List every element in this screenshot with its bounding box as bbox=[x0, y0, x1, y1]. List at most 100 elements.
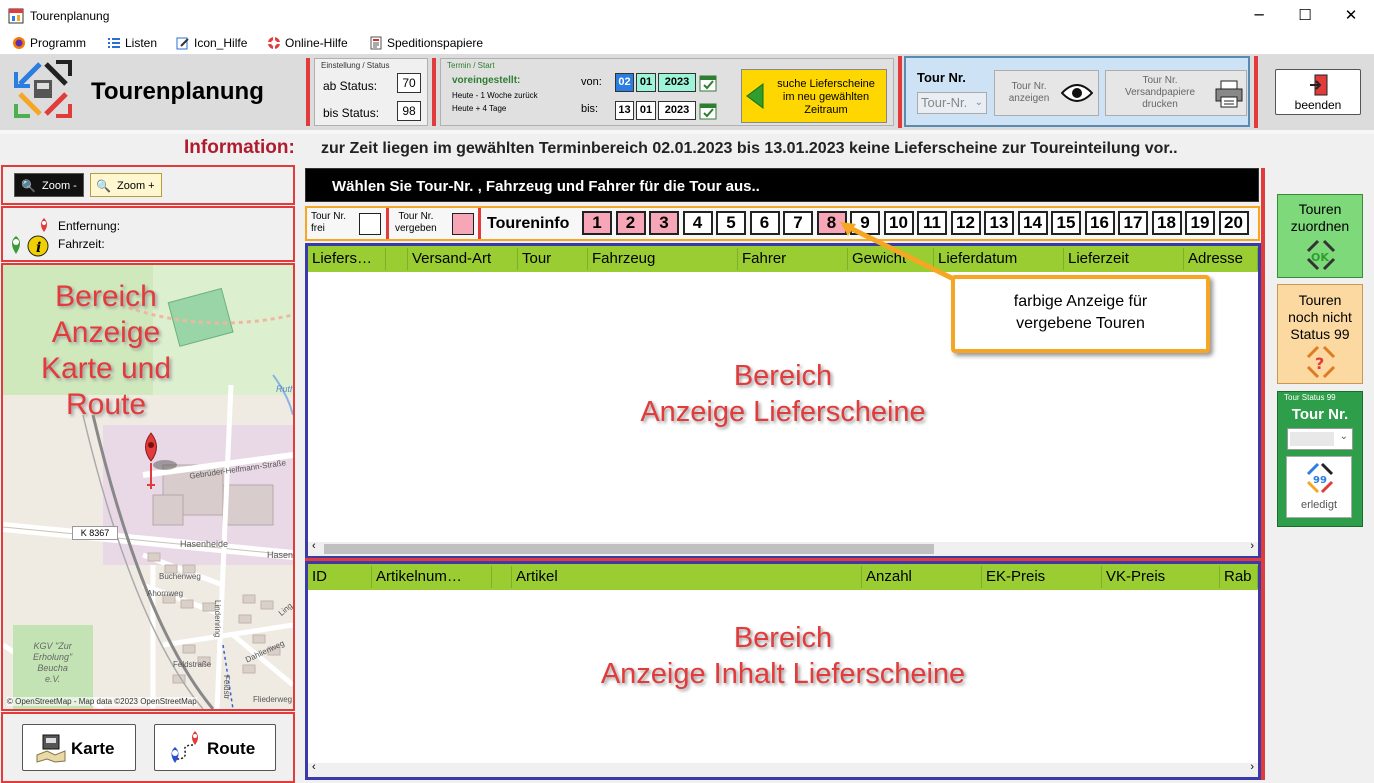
tour-number-button[interactable]: 3 bbox=[649, 211, 679, 235]
arrow-left-icon bbox=[746, 83, 764, 109]
tour-number-button[interactable]: 19 bbox=[1185, 211, 1215, 235]
tour-number-button[interactable]: 2 bbox=[615, 211, 646, 235]
svg-text:i: i bbox=[36, 240, 41, 256]
tour-number-button[interactable]: 13 bbox=[984, 211, 1014, 235]
menu-icon-hilfe-label: Icon_Hilfe bbox=[194, 36, 248, 50]
exit-label: beenden bbox=[1294, 98, 1342, 112]
maximize-button[interactable]: ☐ bbox=[1282, 0, 1328, 32]
list-icon bbox=[108, 38, 120, 48]
distance-label: Entfernung: bbox=[58, 219, 121, 233]
column-header[interactable]: Adresse bbox=[1184, 248, 1258, 270]
map-panel[interactable]: K 8367 Gebrüder-Helfmann-Straße Hasenhei… bbox=[1, 263, 295, 711]
status99-tour-label: Tour Nr. bbox=[1291, 406, 1349, 423]
assign-line1: Touren bbox=[1298, 201, 1342, 217]
show-tour-button[interactable]: Tour Nr. anzeigen bbox=[994, 70, 1099, 116]
column-header[interactable]: VK-Preis bbox=[1102, 566, 1220, 588]
horizontal-scrollbar[interactable]: ‹ › bbox=[308, 761, 1258, 777]
von-month-input[interactable]: 01 bbox=[636, 73, 656, 92]
menu-online-hilfe[interactable]: Online-Hilfe bbox=[267, 35, 348, 51]
legend-assigned-label: Tour Nr. vergeben bbox=[395, 211, 437, 234]
search-button-line3: Zeitraum bbox=[804, 104, 848, 116]
bis-day-input[interactable]: 13 bbox=[615, 101, 634, 120]
menu-icon-hilfe[interactable]: Icon_Hilfe bbox=[176, 35, 247, 51]
tour-number-button[interactable]: 17 bbox=[1118, 211, 1148, 235]
status99-done-button[interactable]: 99 erledigt bbox=[1286, 456, 1352, 518]
horizontal-scrollbar[interactable]: ‹ › bbox=[308, 540, 1258, 556]
column-header[interactable]: Artikel bbox=[512, 566, 862, 588]
close-button[interactable]: ✕ bbox=[1328, 0, 1374, 32]
assign-tours-button[interactable]: Touren zuordnen OK bbox=[1277, 194, 1363, 278]
column-header[interactable]: Versand-Art bbox=[408, 248, 518, 270]
von-year-input[interactable]: 2023 bbox=[658, 73, 696, 92]
column-header[interactable]: Lieferzeit bbox=[1064, 248, 1184, 270]
legend-free-swatch bbox=[359, 213, 381, 235]
column-header[interactable]: Fahrer bbox=[738, 248, 848, 270]
tour-number-button[interactable]: 7 bbox=[783, 211, 813, 235]
tours-not-status99-button[interactable]: Touren noch nicht Status 99 ? bbox=[1277, 284, 1363, 384]
status99-tour-select[interactable]: ⌄ bbox=[1287, 428, 1353, 450]
app-heading: Tourenplanung bbox=[91, 78, 264, 105]
menu-speditionspapiere[interactable]: Speditionspapiere bbox=[369, 35, 483, 51]
zoom-in-label: Zoom + bbox=[117, 180, 155, 192]
map-button[interactable]: Karte bbox=[22, 724, 136, 771]
calendar-check-icon[interactable] bbox=[699, 73, 718, 92]
tour-number-button[interactable]: 5 bbox=[716, 211, 746, 235]
tour-number-button[interactable]: 14 bbox=[1017, 211, 1048, 235]
scroll-left-icon[interactable]: ‹ bbox=[312, 540, 316, 552]
delivery-items-grid[interactable]: ID Artikelnum… Artikel Anzahl EK-Preis VK-Pre… bbox=[305, 561, 1261, 780]
tour-number-button[interactable]: 1 bbox=[582, 211, 612, 235]
column-header[interactable] bbox=[386, 248, 408, 270]
scrollbar-thumb[interactable] bbox=[324, 544, 934, 554]
column-header[interactable]: EK-Preis bbox=[982, 566, 1102, 588]
scroll-right-icon[interactable]: › bbox=[1250, 540, 1254, 552]
truck-map-icon bbox=[36, 734, 66, 763]
zoom-out-button[interactable]: 🔍 Zoom - bbox=[14, 173, 84, 197]
column-header[interactable]: ID bbox=[308, 566, 372, 588]
bis-status-input[interactable]: 98 bbox=[397, 101, 421, 121]
scroll-right-icon[interactable]: › bbox=[1250, 761, 1254, 773]
von-day-input[interactable]: 02 bbox=[615, 73, 634, 92]
minimize-button[interactable]: ─ bbox=[1236, 0, 1282, 32]
document-icon bbox=[370, 36, 382, 50]
lifebuoy-icon bbox=[268, 37, 280, 49]
scroll-left-icon[interactable]: ‹ bbox=[312, 761, 316, 773]
delivery-notes-area-overlay: Bereich Anzeige Lieferscheine bbox=[640, 360, 926, 428]
bis-status-label: bis Status: bbox=[323, 106, 380, 120]
status99-select-value bbox=[1290, 432, 1334, 446]
print-tour-papers-button[interactable]: Tour Nr. Versandpapiere drucken bbox=[1105, 70, 1247, 116]
tour-number-button[interactable]: 18 bbox=[1151, 211, 1182, 235]
tour-number-button[interactable]: 16 bbox=[1084, 211, 1115, 235]
calendar-check-icon[interactable] bbox=[699, 101, 718, 120]
tour-nr-select[interactable]: Tour-Nr. ⌄ bbox=[917, 92, 987, 114]
tour-number-button[interactable]: 6 bbox=[749, 211, 780, 235]
zoom-in-button[interactable]: 🔍 Zoom + bbox=[90, 173, 162, 197]
search-delivery-notes-button[interactable]: suche Lieferscheine im neu gewählten Zei… bbox=[741, 69, 887, 123]
column-header[interactable]: Rab bbox=[1220, 566, 1258, 588]
menu-listen[interactable]: Listen bbox=[107, 35, 157, 51]
bis-month-input[interactable]: 01 bbox=[636, 101, 656, 120]
column-header[interactable] bbox=[492, 566, 512, 588]
column-header[interactable]: Artikelnum… bbox=[372, 566, 492, 588]
status-group-label: Einstellung / Status bbox=[321, 61, 390, 70]
distance-panel: i Entfernung: Fahrzeit: bbox=[1, 206, 295, 262]
route-button[interactable]: Route bbox=[154, 724, 276, 771]
column-header[interactable]: Anzahl bbox=[862, 566, 982, 588]
tour-number-button[interactable]: 20 bbox=[1218, 211, 1249, 235]
exit-button[interactable]: beenden bbox=[1275, 69, 1361, 115]
ab-status-input[interactable]: 70 bbox=[397, 73, 421, 93]
tour-number-button[interactable]: 4 bbox=[682, 211, 713, 235]
tour-number-button[interactable]: 15 bbox=[1051, 211, 1081, 235]
map-label: Ahornweg bbox=[147, 589, 184, 598]
printer-icon bbox=[1215, 80, 1243, 108]
column-header[interactable]: Liefers… bbox=[308, 248, 386, 270]
map-buttons-panel: Karte Route bbox=[1, 712, 295, 783]
column-header[interactable]: Tour bbox=[518, 248, 588, 270]
edit-icon bbox=[176, 37, 189, 50]
termin-group-label: Termin / Start bbox=[447, 61, 495, 70]
route-info-icon: i bbox=[12, 218, 49, 257]
menu-programm[interactable]: Programm bbox=[12, 35, 86, 51]
column-header[interactable]: Fahrzeug bbox=[588, 248, 738, 270]
show-tour-line1: Tour Nr. bbox=[1011, 81, 1047, 92]
map-road-badge: K 8367 bbox=[72, 526, 118, 540]
bis-year-input[interactable]: 2023 bbox=[658, 101, 696, 120]
